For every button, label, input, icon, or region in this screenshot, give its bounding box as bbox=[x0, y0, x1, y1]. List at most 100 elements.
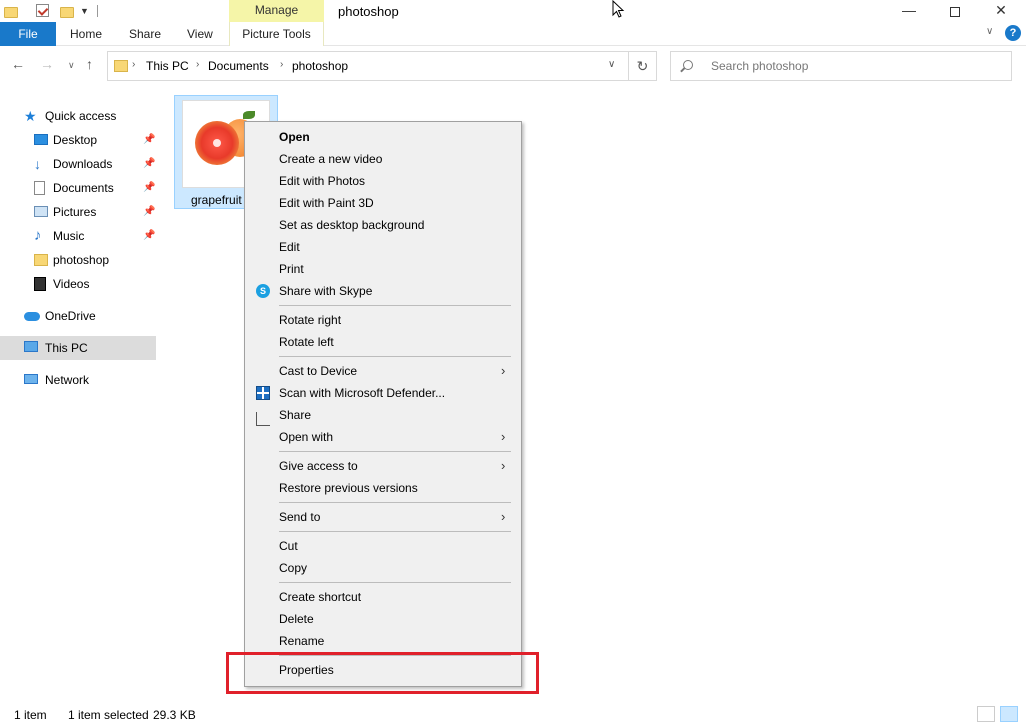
menu-item-open[interactable]: Open bbox=[245, 126, 521, 148]
menu-item-create-video[interactable]: Create a new video bbox=[245, 148, 521, 170]
menu-separator bbox=[279, 502, 511, 503]
title-bar: ▼ Manage photoshop — ✕ bbox=[0, 0, 1026, 22]
sidebar-item-pictures[interactable]: Pictures 📌 bbox=[0, 200, 156, 224]
tab-share[interactable]: Share bbox=[129, 22, 161, 46]
details-view-icon[interactable] bbox=[977, 706, 995, 722]
sidebar-item-onedrive[interactable]: OneDrive bbox=[0, 304, 156, 328]
menu-item-rename[interactable]: Rename bbox=[245, 630, 521, 652]
menu-item-label: Print bbox=[279, 262, 304, 276]
menu-item-restore-versions[interactable]: Restore previous versions bbox=[245, 477, 521, 499]
menu-item-label: Open with bbox=[279, 430, 334, 444]
menu-item-label: Share bbox=[279, 408, 312, 422]
tab-home[interactable]: Home bbox=[70, 22, 102, 46]
menu-item-print[interactable]: Print bbox=[245, 258, 521, 280]
check-icon bbox=[36, 4, 49, 17]
up-arrow-icon[interactable]: ↑ bbox=[86, 56, 93, 72]
chevron-right-icon[interactable]: › bbox=[132, 59, 135, 70]
download-icon: ↓ bbox=[34, 156, 41, 172]
menu-item-cut[interactable]: Cut bbox=[245, 535, 521, 557]
forward-arrow-icon[interactable]: → bbox=[40, 56, 54, 72]
large-icons-view-icon[interactable] bbox=[1000, 706, 1018, 722]
menu-item-edit-photos[interactable]: Edit with Photos bbox=[245, 170, 521, 192]
search-icon bbox=[683, 60, 693, 70]
menu-item-send-to[interactable]: Send to › bbox=[245, 506, 521, 528]
menu-item-cast-to-device[interactable]: Cast to Device › bbox=[245, 360, 521, 382]
breadcrumb-this-pc[interactable]: This PC bbox=[146, 59, 189, 73]
menu-item-label: Rename bbox=[279, 634, 325, 648]
close-button[interactable]: ✕ bbox=[978, 0, 1024, 22]
customize-qat-icon[interactable]: ▼ bbox=[80, 6, 89, 16]
chevron-right-icon[interactable]: › bbox=[196, 59, 199, 70]
sidebar-item-label: This PC bbox=[45, 341, 88, 355]
sidebar-item-label: Pictures bbox=[53, 205, 97, 219]
chevron-right-icon[interactable]: › bbox=[280, 59, 283, 70]
sidebar-item-documents[interactable]: Documents 📌 bbox=[0, 176, 156, 200]
manage-tab[interactable]: Manage bbox=[229, 0, 324, 22]
search-placeholder: Search photoshop bbox=[711, 59, 809, 73]
menu-item-label: Share with Skype bbox=[279, 284, 373, 298]
back-arrow-icon[interactable]: ← bbox=[11, 56, 25, 72]
menu-separator bbox=[279, 582, 511, 583]
pin-icon[interactable]: 📌 bbox=[143, 224, 155, 248]
grapefruit-shape bbox=[195, 121, 239, 165]
maximize-button[interactable] bbox=[932, 0, 978, 22]
item-count: 1 item bbox=[14, 708, 47, 722]
sidebar-item-network[interactable]: Network bbox=[0, 368, 156, 392]
tab-file[interactable]: File bbox=[0, 22, 56, 46]
chevron-right-icon: › bbox=[501, 509, 506, 524]
sidebar-item-music[interactable]: ♪ Music 📌 bbox=[0, 224, 156, 248]
sidebar-item-quick-access[interactable]: ★ Quick access bbox=[0, 104, 156, 128]
tab-view[interactable]: View bbox=[187, 22, 213, 46]
tab-picture-tools[interactable]: Picture Tools bbox=[229, 22, 324, 46]
sidebar-item-label: Videos bbox=[53, 277, 90, 291]
menu-item-share[interactable]: Share bbox=[245, 404, 521, 426]
pin-icon[interactable]: 📌 bbox=[143, 128, 155, 152]
leaf-shape bbox=[243, 111, 255, 119]
qat-divider bbox=[96, 5, 98, 17]
pin-icon[interactable]: 📌 bbox=[143, 152, 155, 176]
menu-item-create-shortcut[interactable]: Create shortcut bbox=[245, 586, 521, 608]
sidebar-item-this-pc[interactable]: This PC bbox=[0, 336, 156, 360]
chevron-down-icon[interactable]: ∨ bbox=[608, 59, 615, 70]
menu-item-rotate-right[interactable]: Rotate right bbox=[245, 309, 521, 331]
recent-locations-icon[interactable]: ∨ bbox=[68, 60, 75, 71]
breadcrumb-documents[interactable]: Documents bbox=[208, 59, 269, 73]
menu-item-label: Cut bbox=[279, 539, 298, 553]
menu-item-share-skype[interactable]: S Share with Skype bbox=[245, 280, 521, 302]
menu-item-scan-defender[interactable]: Scan with Microsoft Defender... bbox=[245, 382, 521, 404]
pin-icon[interactable]: 📌 bbox=[143, 176, 155, 200]
defender-shield-icon bbox=[256, 386, 270, 400]
menu-item-label: Rotate right bbox=[279, 313, 342, 327]
search-input[interactable]: Search photoshop bbox=[670, 51, 1012, 81]
minimize-button[interactable]: — bbox=[886, 0, 932, 22]
pin-icon[interactable]: 📌 bbox=[143, 200, 155, 224]
properties-qat-button[interactable] bbox=[36, 4, 50, 18]
sidebar-item-label: Downloads bbox=[53, 157, 113, 171]
menu-item-delete[interactable]: Delete bbox=[245, 608, 521, 630]
status-bar: 1 item 1 item selected 29.3 KB bbox=[0, 704, 1026, 726]
selection-count: 1 item selected bbox=[68, 708, 149, 722]
refresh-button[interactable]: ↻ bbox=[629, 51, 657, 81]
sidebar-item-photoshop[interactable]: photoshop bbox=[0, 248, 156, 272]
folder-icon[interactable] bbox=[4, 6, 18, 18]
menu-item-edit-paint3d[interactable]: Edit with Paint 3D bbox=[245, 192, 521, 214]
menu-item-rotate-left[interactable]: Rotate left bbox=[245, 331, 521, 353]
expand-ribbon-icon[interactable]: ∨ bbox=[986, 26, 993, 37]
address-bar[interactable]: › This PC › Documents › photoshop ∨ bbox=[107, 51, 629, 81]
share-icon bbox=[256, 412, 270, 426]
star-icon: ★ bbox=[24, 108, 37, 124]
menu-item-copy[interactable]: Copy bbox=[245, 557, 521, 579]
help-icon[interactable]: ? bbox=[1005, 25, 1021, 41]
chevron-right-icon: › bbox=[501, 363, 506, 378]
sidebar-item-desktop[interactable]: Desktop 📌 bbox=[0, 128, 156, 152]
new-folder-icon[interactable] bbox=[60, 6, 74, 18]
menu-item-open-with[interactable]: Open with › bbox=[245, 426, 521, 448]
sidebar-item-videos[interactable]: Videos bbox=[0, 272, 156, 296]
menu-item-edit[interactable]: Edit bbox=[245, 236, 521, 258]
breadcrumb-photoshop[interactable]: photoshop bbox=[292, 59, 348, 73]
sidebar-item-downloads[interactable]: ↓ Downloads 📌 bbox=[0, 152, 156, 176]
chevron-right-icon: › bbox=[501, 458, 506, 473]
menu-item-give-access[interactable]: Give access to › bbox=[245, 455, 521, 477]
sidebar-item-label: Quick access bbox=[45, 109, 117, 123]
menu-item-set-desktop-background[interactable]: Set as desktop background bbox=[245, 214, 521, 236]
